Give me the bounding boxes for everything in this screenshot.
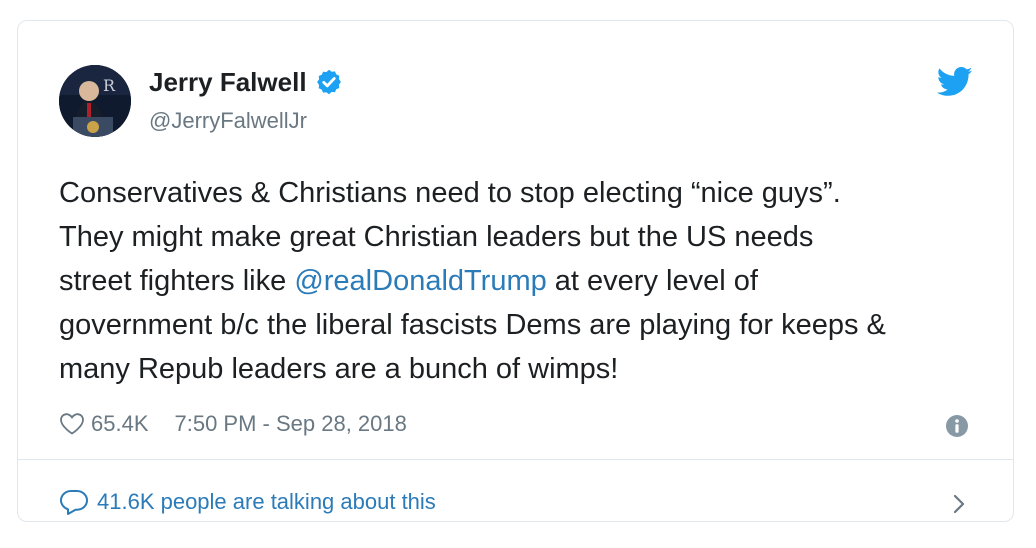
- tweet-timestamp[interactable]: 7:50 PM - Sep 28, 2018: [175, 411, 407, 437]
- avatar[interactable]: R: [59, 65, 131, 137]
- tweet-line: many Repub leaders are a bunch of wimps!: [59, 353, 619, 385]
- twitter-bird-icon[interactable]: [937, 67, 973, 97]
- talking-about-text: 41.6K people are talking about this: [97, 489, 436, 514]
- author-handle[interactable]: @JerryFalwellJr: [149, 107, 307, 135]
- info-icon[interactable]: [945, 414, 969, 438]
- tweet-card: R Jerry Falwell @JerryFalwellJr Conserva…: [17, 20, 1014, 522]
- tweet-line: They might make great Christian leaders …: [59, 221, 814, 253]
- speech-bubble-icon: [60, 490, 88, 515]
- tweet-text-segment: at every level of: [546, 265, 758, 297]
- mention-link[interactable]: @realDonaldTrump: [294, 265, 546, 297]
- tweet-line: street fighters like @realDonaldTrump at…: [59, 259, 989, 303]
- tweet-text-segment: street fighters like: [59, 265, 295, 297]
- divider: [18, 459, 1013, 460]
- avatar-image: R: [59, 65, 131, 137]
- tweet-line: Conservatives & Christians need to stop …: [59, 177, 841, 209]
- tweet-line: government b/c the liberal fascists Dems…: [59, 309, 886, 341]
- tweet-text: Conservatives & Christians need to stop …: [59, 171, 989, 391]
- author-name-text: Jerry Falwell: [149, 67, 307, 97]
- heart-icon[interactable]: [59, 412, 85, 436]
- chevron-right-icon[interactable]: [951, 493, 967, 515]
- verified-badge-icon: [316, 69, 341, 95]
- like-count[interactable]: 65.4K: [91, 411, 149, 437]
- tweet-meta: 65.4K 7:50 PM - Sep 28, 2018: [59, 407, 407, 441]
- talking-about-link[interactable]: 41.6K people are talking about this: [59, 485, 436, 519]
- author-name[interactable]: Jerry Falwell: [149, 65, 343, 99]
- svg-text:R: R: [103, 76, 116, 95]
